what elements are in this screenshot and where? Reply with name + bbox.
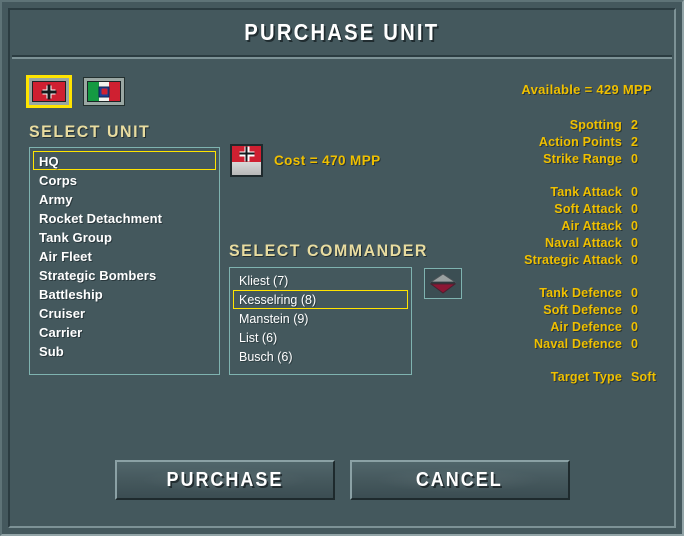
stat-value: Soft: [631, 370, 657, 384]
list-item[interactable]: HQ: [33, 151, 216, 170]
stat-label: Strategic Attack: [524, 253, 622, 267]
stat-row-strike-range: Strike Range 0: [424, 151, 654, 168]
stat-label: Target Type: [550, 370, 622, 384]
commander-listbox[interactable]: Kliest (7) Kesselring (8) Manstein (9) L…: [229, 267, 412, 375]
list-item[interactable]: Carrier: [33, 322, 216, 341]
purchase-button[interactable]: PURCHASE: [114, 460, 335, 500]
stat-value: 0: [631, 202, 639, 216]
stat-row-naval-defence: Naval Defence 0: [424, 336, 654, 353]
stat-label: Tank Defence: [539, 286, 622, 300]
stat-label: Air Defence: [550, 320, 622, 334]
stat-label: Strike Range: [543, 152, 622, 166]
unit-stats-panel: Spotting 2 Action Points 2 Strike Range 0 T…: [424, 117, 657, 386]
stat-value: 0: [631, 236, 639, 250]
stat-label: Action Points: [538, 135, 622, 149]
page-title: PURCHASE UNIT: [244, 19, 440, 45]
dialog-content: Available = 429 MPP SELECT UNIT HQ Corps…: [10, 59, 674, 526]
stat-row-naval-attack: Naval Attack 0: [424, 235, 654, 252]
available-mpp-label: Available = 429 MPP: [521, 82, 652, 97]
list-item[interactable]: Air Fleet: [33, 246, 216, 265]
purchase-button-label: PURCHASE: [166, 468, 283, 491]
stat-value: 0: [631, 337, 639, 351]
dialog-actions: PURCHASE CANCEL: [10, 460, 674, 500]
list-item[interactable]: Rocket Detachment: [33, 208, 216, 227]
german-flag-icon: [32, 81, 66, 102]
list-item[interactable]: Sub: [33, 341, 216, 360]
list-item[interactable]: Battleship: [33, 284, 216, 303]
cancel-button-label: CANCEL: [416, 468, 503, 491]
stat-row-soft-attack: Soft Attack 0: [424, 201, 654, 218]
list-item[interactable]: Corps: [33, 170, 216, 189]
stat-row-tank-attack: Tank Attack 0: [424, 184, 654, 201]
stat-label: Spotting: [569, 118, 622, 132]
stat-label: Soft Defence: [543, 303, 622, 317]
stat-row-air-defence: Air Defence 0: [424, 319, 654, 336]
stat-value: 2: [631, 135, 639, 149]
stat-value: 0: [631, 152, 639, 166]
stat-group-divider: [424, 353, 654, 369]
stat-group-divider: [424, 269, 654, 285]
list-item[interactable]: List (6): [233, 328, 408, 347]
list-item[interactable]: Tank Group: [33, 227, 216, 246]
stat-row-air-attack: Air Attack 0: [424, 218, 654, 235]
stat-row-tank-defence: Tank Defence 0: [424, 285, 654, 302]
unit-cost-block: Cost = 470 MPP: [230, 144, 381, 177]
stat-value: 0: [631, 320, 639, 334]
unit-listbox[interactable]: HQ Corps Army Rocket Detachment Tank Gro…: [29, 147, 220, 375]
stat-label: Naval Attack: [545, 236, 622, 250]
stat-label: Air Attack: [561, 219, 622, 233]
stat-value: 0: [631, 253, 639, 267]
purchase-unit-dialog: PURCHASE UNIT Available = 429 MPP SELECT…: [0, 0, 684, 536]
dialog-inner-frame: PURCHASE UNIT Available = 429 MPP SELECT…: [8, 8, 676, 528]
stat-group-divider: [424, 168, 654, 184]
select-commander-heading: SELECT COMMANDER: [229, 241, 428, 260]
stat-row-spotting: Spotting 2: [424, 117, 654, 134]
stat-row-soft-defence: Soft Defence 0: [424, 302, 654, 319]
stat-value: 0: [631, 185, 639, 199]
dialog-titlebar: PURCHASE UNIT: [10, 10, 674, 55]
stat-row-action-points: Action Points 2: [424, 134, 654, 151]
faction-button-germany[interactable]: [26, 75, 72, 108]
list-item[interactable]: Strategic Bombers: [33, 265, 216, 284]
stat-row-strategic-attack: Strategic Attack 0: [424, 252, 654, 269]
faction-button-italy[interactable]: [83, 77, 125, 106]
italian-flag-icon: [87, 81, 121, 102]
stat-value: 2: [631, 118, 639, 132]
cancel-button[interactable]: CANCEL: [349, 460, 570, 500]
stat-label: Tank Attack: [550, 185, 622, 199]
stat-value: 0: [631, 219, 639, 233]
select-unit-heading: SELECT UNIT: [29, 122, 151, 141]
stat-label: Soft Attack: [554, 202, 622, 216]
list-item[interactable]: Army: [33, 189, 216, 208]
list-item[interactable]: Manstein (9): [233, 309, 408, 328]
stat-value: 0: [631, 286, 639, 300]
german-hq-unit-icon: [230, 144, 263, 177]
stat-row-target-type: Target Type Soft: [424, 369, 657, 386]
faction-selector: [26, 75, 125, 108]
list-item[interactable]: Cruiser: [33, 303, 216, 322]
list-item[interactable]: Busch (6): [233, 347, 408, 366]
unit-cost-label: Cost = 470 MPP: [274, 153, 381, 168]
stat-label: Naval Defence: [533, 337, 622, 351]
list-item[interactable]: Kliest (7): [233, 271, 408, 290]
list-item[interactable]: Kesselring (8): [233, 290, 408, 309]
stat-value: 0: [631, 303, 639, 317]
